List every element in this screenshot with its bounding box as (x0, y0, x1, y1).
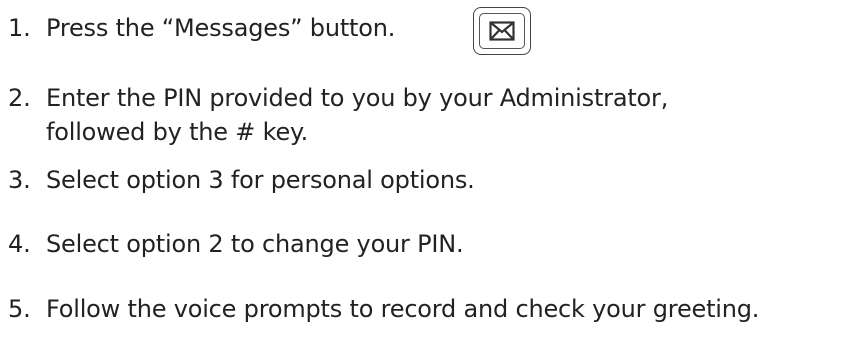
step-4: 4. Select option 2 to change your PIN. (8, 227, 464, 261)
instruction-list: 1. Press the “Messages” button. 2. Enter… (0, 0, 856, 349)
step-text: Select option 2 to change your PIN. (46, 230, 464, 258)
envelope-icon (489, 21, 515, 41)
step-1: 1. Press the “Messages” button. (8, 11, 395, 45)
step-2: 2. Enter the PIN provided to you by your… (8, 81, 668, 149)
step-text: Enter the PIN provided to you by your Ad… (46, 84, 669, 112)
step-text-continuation: followed by the # key. (46, 118, 309, 146)
messages-button-illustration (473, 7, 531, 55)
messages-button-face (479, 13, 525, 49)
step-5: 5. Follow the voice prompts to record an… (8, 292, 759, 326)
step-text: Press the “Messages” button. (46, 14, 396, 42)
step-number: 5. (8, 295, 31, 323)
step-number: 3. (8, 166, 31, 194)
step-3: 3. Select option 3 for personal options. (8, 163, 475, 197)
step-number: 2. (8, 84, 31, 112)
step-text-block: Enter the PIN provided to you by your Ad… (46, 81, 668, 149)
step-text: Select option 3 for personal options. (46, 166, 475, 194)
step-number: 4. (8, 230, 31, 258)
step-number: 1. (8, 14, 31, 42)
step-text: Follow the voice prompts to record and c… (46, 295, 760, 323)
